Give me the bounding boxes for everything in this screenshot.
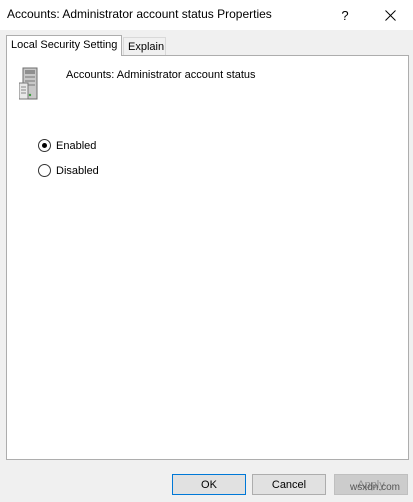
enabled-option[interactable]: Enabled — [38, 139, 96, 152]
policy-name: Accounts: Administrator account status — [66, 69, 256, 81]
server-icon — [19, 67, 38, 100]
tab-explain[interactable]: Explain — [123, 37, 166, 56]
tab-panel: Accounts: Administrator account status E… — [6, 55, 409, 460]
disabled-label: Disabled — [56, 164, 99, 177]
watermark: wsxdn.com — [350, 482, 401, 493]
enabled-radio[interactable] — [38, 139, 51, 152]
close-button[interactable] — [370, 0, 410, 30]
title-bar: Accounts: Administrator account status P… — [0, 0, 413, 30]
enabled-label: Enabled — [56, 139, 97, 152]
cancel-button[interactable]: Cancel — [252, 474, 326, 495]
properties-dialog: Accounts: Administrator account status P… — [0, 0, 413, 502]
close-icon — [384, 9, 396, 21]
tab-local-security-setting[interactable]: Local Security Setting — [6, 35, 122, 56]
help-button[interactable]: ? — [325, 0, 365, 30]
window-title: Accounts: Administrator account status P… — [7, 7, 272, 21]
ok-button[interactable]: OK — [172, 474, 246, 495]
help-icon: ? — [341, 7, 349, 23]
disabled-radio[interactable] — [38, 164, 51, 177]
tab-strip: Local Security Setting Explain — [0, 35, 413, 56]
disabled-option[interactable]: Disabled — [38, 164, 99, 177]
